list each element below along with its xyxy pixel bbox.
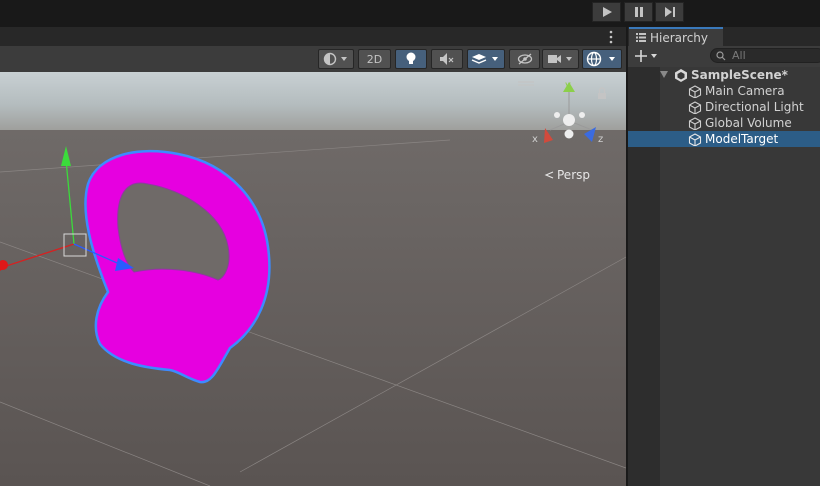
- chevron-down-icon: [492, 57, 498, 61]
- shading-mode-dropdown[interactable]: [318, 49, 354, 69]
- hierarchy-item-label: Main Camera: [705, 84, 785, 98]
- hierarchy-tab-label: Hierarchy: [650, 30, 709, 45]
- play-icon: [602, 7, 612, 17]
- chevron-down-icon: [565, 57, 572, 61]
- hierarchy-item-label: ModelTarget: [705, 132, 779, 146]
- lightbulb-icon: [406, 52, 416, 64]
- hierarchy-item-global-volume[interactable]: Global Volume: [628, 115, 820, 131]
- gizmo-x-label: x: [532, 134, 538, 145]
- effects-dropdown[interactable]: [467, 49, 505, 69]
- hierarchy-list-icon: [636, 33, 646, 42]
- hierarchy-item-main-camera[interactable]: Main Camera: [628, 83, 820, 99]
- search-icon: [716, 51, 726, 61]
- gizmos-icon: [586, 51, 615, 67]
- expand-arrow-icon[interactable]: [660, 71, 670, 79]
- hierarchy-item-directional-light[interactable]: Directional Light: [628, 99, 820, 115]
- scene-view: 2D y x z Persp: [0, 27, 626, 486]
- gizmo-y-label: y: [565, 80, 571, 91]
- add-object-button[interactable]: [635, 48, 661, 64]
- pause-icon: [634, 7, 643, 17]
- mode-2d-button[interactable]: 2D: [358, 49, 391, 69]
- scene-toolbar: 2D: [0, 46, 626, 73]
- audio-mute-icon: [440, 53, 454, 65]
- lighting-toggle[interactable]: [395, 49, 427, 69]
- camera-settings-dropdown[interactable]: [542, 49, 579, 69]
- hierarchy-tab-bar: Hierarchy: [628, 27, 820, 46]
- camera-icon: [547, 55, 572, 63]
- hierarchy-toolbar: All: [628, 46, 820, 68]
- mode-2d-label: 2D: [366, 52, 383, 66]
- scene-tab-bar: [0, 27, 626, 47]
- gizmos-dropdown[interactable]: [582, 49, 622, 69]
- chevron-down-icon: [651, 54, 657, 58]
- search-field[interactable]: All: [710, 48, 820, 63]
- step-button[interactable]: [655, 2, 684, 22]
- gizmo-z-label: z: [598, 134, 603, 145]
- scene-viewport[interactable]: y x z Persp: [0, 72, 626, 486]
- audio-toggle[interactable]: [431, 49, 463, 69]
- search-placeholder: All: [732, 49, 746, 62]
- tab-hierarchy[interactable]: Hierarchy: [629, 27, 723, 46]
- hierarchy-item-label: Directional Light: [705, 100, 804, 114]
- cube-icon: [688, 117, 702, 130]
- more-vertical-icon[interactable]: [608, 30, 614, 44]
- scene-name: SampleScene*: [691, 68, 788, 82]
- hierarchy-scene-row[interactable]: SampleScene*: [628, 67, 820, 83]
- hierarchy-panel: Hierarchy All SampleScene* Main Camera D…: [627, 27, 820, 486]
- play-button[interactable]: [592, 2, 621, 22]
- hierarchy-item-label: Global Volume: [705, 116, 792, 130]
- pause-button[interactable]: [624, 2, 653, 22]
- plus-icon: [635, 50, 657, 62]
- chevron-down-icon: [609, 57, 615, 61]
- hierarchy-item-model-target[interactable]: ModelTarget: [628, 131, 820, 147]
- unity-scene-icon: [675, 69, 687, 82]
- cube-icon: [688, 85, 702, 98]
- cube-icon: [688, 133, 702, 146]
- scene-visibility-icon: [517, 53, 532, 65]
- step-icon: [664, 7, 675, 17]
- chevron-down-icon: [341, 57, 347, 61]
- top-toolbar: [0, 0, 820, 27]
- scene-visibility-toggle[interactable]: [509, 49, 540, 69]
- cube-icon: [688, 101, 702, 114]
- sky: [0, 72, 626, 132]
- persp-label: Persp: [557, 168, 590, 182]
- scene-canvas: y x z Persp: [0, 72, 626, 486]
- shading-mode-icon: [323, 52, 347, 66]
- effects-icon: [471, 54, 498, 64]
